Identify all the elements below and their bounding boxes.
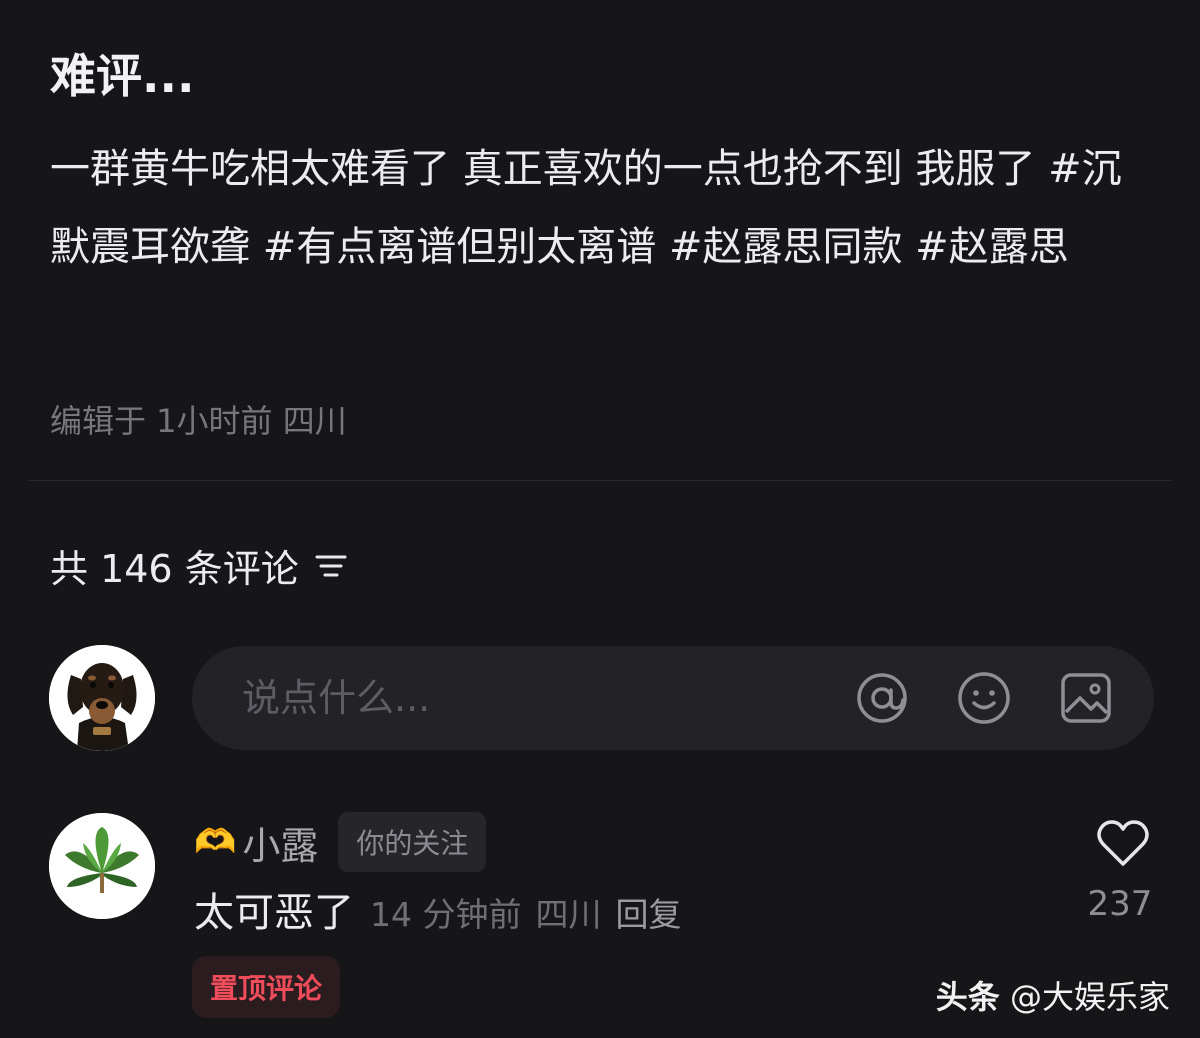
heart-icon[interactable] bbox=[1096, 818, 1150, 868]
pinned-comment-badge: 置顶评论 bbox=[192, 956, 341, 1018]
plant-avatar-icon bbox=[49, 813, 155, 919]
emoji-icon[interactable] bbox=[956, 670, 1012, 726]
dog-avatar-icon bbox=[49, 645, 155, 751]
comment-input-box[interactable] bbox=[192, 646, 1154, 750]
image-icon[interactable] bbox=[1058, 670, 1114, 726]
filter-lines-icon[interactable] bbox=[313, 548, 349, 584]
comment-location: 四川 bbox=[535, 895, 602, 934]
at-icon[interactable] bbox=[854, 670, 910, 726]
comment-text: 太可恶了 bbox=[194, 890, 354, 936]
reply-button[interactable]: 回复 bbox=[615, 888, 681, 936]
watermark: 头条 @大娱乐家 bbox=[936, 972, 1170, 1018]
commenter-info: 🫶 小露 你的关注 bbox=[194, 812, 487, 872]
my-avatar[interactable] bbox=[49, 645, 155, 751]
post-meta: 编辑于 1小时前 四川 bbox=[50, 402, 347, 440]
like-count: 237 bbox=[1087, 884, 1153, 924]
commenter-name[interactable]: 小露 bbox=[242, 815, 318, 870]
comment-input[interactable] bbox=[240, 675, 854, 721]
following-badge: 你的关注 bbox=[338, 812, 487, 872]
watermark-brand: 头条 bbox=[935, 978, 1000, 1016]
watermark-account: @大娱乐家 bbox=[1009, 978, 1170, 1016]
comment-body-row: 太可恶了 14 分钟前 四川 回复 bbox=[194, 880, 681, 938]
comments-header: 共 146 条评论 bbox=[50, 538, 349, 593]
divider bbox=[28, 480, 1172, 481]
comment-count: 共 146 条评论 bbox=[50, 547, 299, 591]
comment-time: 14 分钟前 bbox=[370, 895, 522, 934]
commenter-avatar[interactable] bbox=[49, 813, 155, 919]
post-body: 一群黄牛吃相太难看了 真正喜欢的一点也抢不到 我服了 #沉默震耳欲聋 #有点离谱… bbox=[50, 146, 1122, 270]
post-title: 难评... bbox=[50, 49, 195, 103]
heart-hands-icon: 🫶 bbox=[194, 822, 237, 862]
